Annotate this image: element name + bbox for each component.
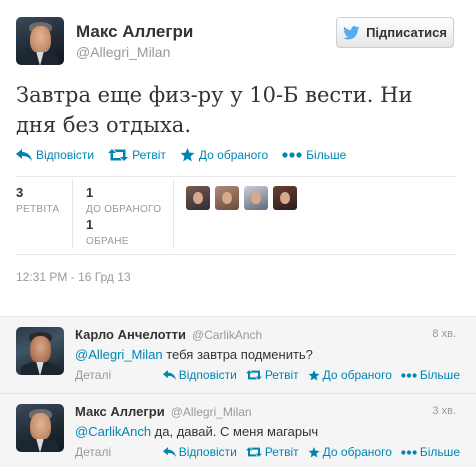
star-icon: [180, 148, 195, 162]
reply-item: Карло Анчелотти @CarlikAnch 8 хв. @Allegr…: [0, 317, 476, 393]
reply-author-name: Макс Аллегри: [75, 404, 165, 419]
reply-icon: [162, 370, 176, 380]
retweeter-avatar[interactable]: [215, 186, 239, 210]
reply-label: Відповісти: [178, 368, 237, 382]
bird-icon: [343, 25, 360, 39]
author-avatar[interactable]: [16, 17, 64, 65]
reply-icon: [162, 447, 176, 457]
reply-author-handle: @CarlikAnch: [192, 328, 263, 342]
favorites-label[interactable]: ДО ОБРАНОГО: [86, 204, 161, 215]
reply-body: тебя завтра подменить?: [162, 347, 313, 362]
favorite-action[interactable]: До обраного: [308, 445, 392, 459]
reply-item: Макс Аллегри @Allegri_Milan 3 хв. @Carlik…: [0, 394, 476, 467]
more-label: Більше: [306, 148, 347, 162]
author-name[interactable]: Макс Аллегри: [76, 22, 193, 42]
retweeter-avatar[interactable]: [244, 186, 268, 210]
tweet-timestamp[interactable]: 12:31 PM - 16 Грд 13: [16, 270, 131, 284]
reply-label: Відповісти: [36, 148, 95, 162]
retweet-action[interactable]: Ретвіт: [245, 368, 299, 382]
reply-time[interactable]: 8 хв.: [432, 328, 456, 340]
retweet-action[interactable]: Ретвіт: [108, 148, 166, 162]
stat-separator: [72, 179, 73, 249]
more-label: Більше: [419, 368, 460, 382]
favorited-label[interactable]: ОБРАНЕ: [86, 236, 129, 247]
retweet-label: Ретвіт: [264, 368, 299, 382]
reply-avatar[interactable]: [16, 327, 64, 375]
reply-icon: [16, 149, 32, 161]
reply-action[interactable]: Відповісти: [162, 445, 237, 459]
follow-label: Підписатися: [366, 25, 447, 40]
retweet-icon: [245, 447, 262, 457]
favorites-count[interactable]: 1: [86, 185, 93, 200]
star-icon: [308, 369, 320, 380]
reply-author[interactable]: Макс Аллегри @Allegri_Milan: [75, 404, 252, 419]
more-dots-icon: [401, 449, 417, 455]
more-action[interactable]: Більше: [282, 148, 346, 162]
tweet-detail: Макс Аллегри @Allegri_Milan Підписатися …: [0, 0, 476, 314]
retweeter-avatar[interactable]: [186, 186, 210, 210]
reply-label: Відповісти: [178, 445, 237, 459]
details-link[interactable]: Деталі: [75, 445, 111, 459]
retweeter-avatar[interactable]: [273, 186, 297, 210]
reply-text: @Allegri_Milan тебя завтра подменить?: [75, 347, 313, 362]
reply-avatar[interactable]: [16, 404, 64, 452]
reply-footer: Деталі Відповісти Ретвіт До обраного Біл…: [75, 445, 460, 459]
retweets-label[interactable]: РЕТВІТА: [16, 204, 59, 215]
tweet-text: Завтра еще физ-ру у 10-Б вести. Ни дня б…: [16, 83, 413, 137]
retweet-label: Ретвіт: [264, 445, 299, 459]
retweets-count[interactable]: 3: [16, 185, 23, 200]
favorite-action[interactable]: До обраного: [308, 368, 392, 382]
reply-mention[interactable]: @Allegri_Milan: [75, 347, 163, 362]
favorite-label: До обраного: [322, 368, 392, 382]
author-handle[interactable]: @Allegri_Milan: [76, 44, 170, 60]
retweet-label: Ретвіт: [132, 148, 166, 162]
reply-actions: Відповісти Ретвіт До обраного Більше: [162, 368, 460, 382]
favorite-action[interactable]: До обраного: [180, 148, 268, 162]
details-link[interactable]: Деталі: [75, 368, 111, 382]
reply-time[interactable]: 3 хв.: [432, 405, 456, 417]
reply-author-name: Карло Анчелотти: [75, 327, 187, 342]
more-label: Більше: [419, 445, 460, 459]
stat-separator: [173, 179, 174, 249]
retweet-icon: [108, 149, 129, 161]
tweet-actions: Відповісти Ретвіт До обраного Більше: [16, 148, 346, 162]
reply-mention[interactable]: @CarlikAnch: [75, 424, 151, 439]
reply-actions: Відповісти Ретвіт До обраного Більше: [162, 445, 460, 459]
more-action[interactable]: Більше: [401, 368, 460, 382]
retweet-icon: [245, 370, 262, 380]
reply-author[interactable]: Карло Анчелотти @CarlikAnch: [75, 327, 262, 342]
reply-author-handle: @Allegri_Milan: [170, 405, 252, 419]
divider: [16, 254, 456, 255]
reply-body: да, давай. С меня магарыч: [151, 424, 319, 439]
reply-footer: Деталі Відповісти Ретвіт До обраного Біл…: [75, 368, 460, 382]
reply-action[interactable]: Відповісти: [16, 148, 94, 162]
retweet-action[interactable]: Ретвіт: [245, 445, 299, 459]
more-dots-icon: [282, 152, 302, 158]
favorite-label: До обраного: [198, 148, 269, 162]
reply-action[interactable]: Відповісти: [162, 368, 237, 382]
more-action[interactable]: Більше: [401, 445, 460, 459]
replies-list: Карло Анчелотти @CarlikAnch 8 хв. @Allegr…: [0, 316, 476, 467]
more-dots-icon: [401, 372, 417, 378]
star-icon: [308, 446, 320, 457]
favorited-count[interactable]: 1: [86, 217, 93, 232]
favorite-label: До обраного: [322, 445, 392, 459]
reply-text: @CarlikAnch да, давай. С меня магарыч: [75, 424, 318, 439]
follow-button[interactable]: Підписатися: [336, 17, 454, 48]
